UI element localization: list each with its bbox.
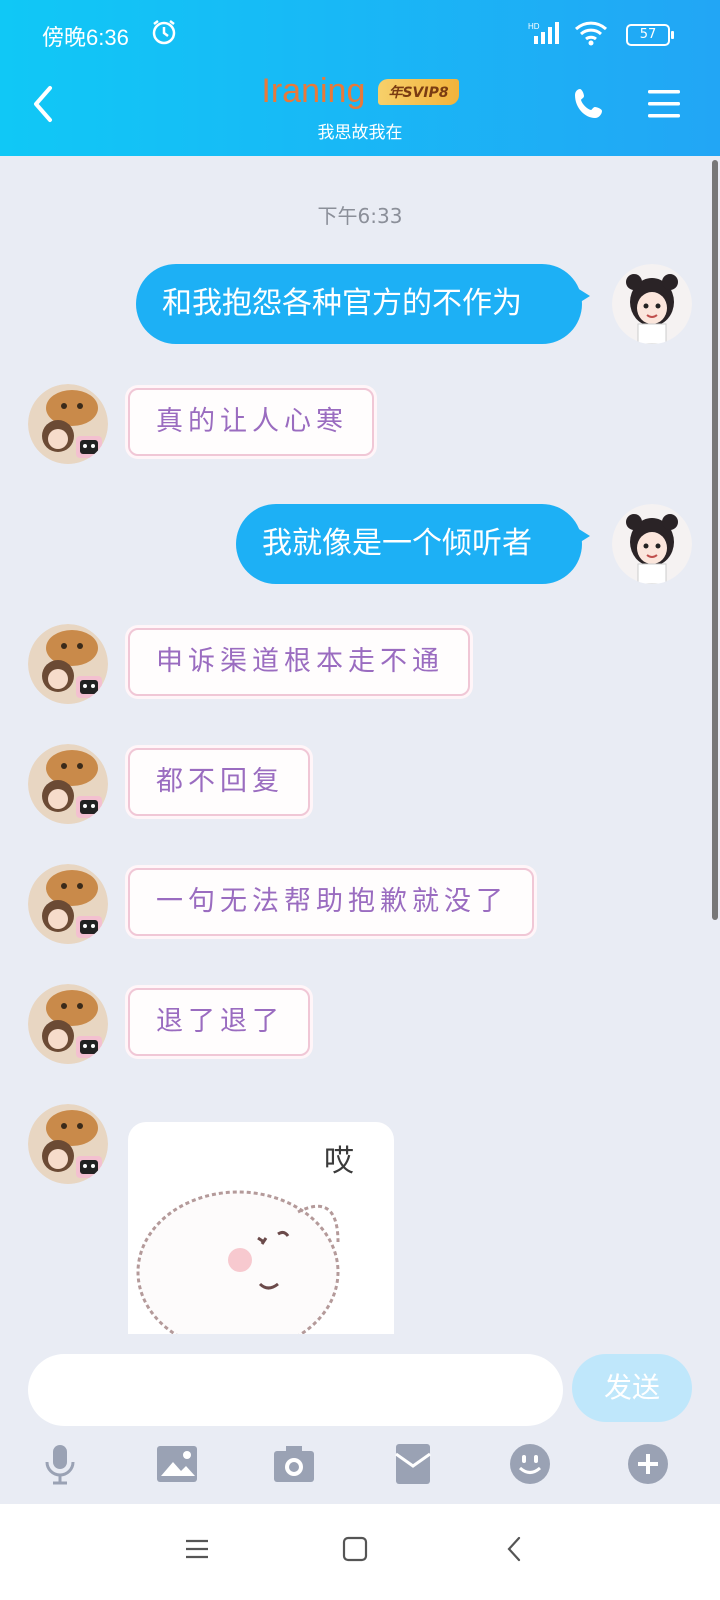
contact-avatar[interactable] [28,384,108,464]
incoming-message[interactable]: 退了退了 [128,988,310,1056]
message-timestamp: 下午6:33 [317,204,403,228]
microphone-icon[interactable] [38,1442,82,1486]
sticker-message[interactable]: 哎 [128,1122,394,1334]
contact-signature: 我思故我在 [317,123,403,143]
incoming-message[interactable]: 一句无法帮助抱歉就没了 [128,868,534,936]
input-bar: 发送 [0,1334,720,1486]
recent-apps-icon[interactable] [182,1534,212,1564]
my-avatar-image [612,504,692,584]
send-button[interactable]: 发送 [572,1354,692,1422]
phone-icon[interactable] [572,86,608,122]
contact-avatar-image [28,1104,108,1184]
battery-indicator: 57 [626,24,674,46]
home-icon[interactable] [340,1534,370,1564]
vip-badge: 年SVIP8 [378,78,459,105]
contact-avatar-image [28,384,108,464]
message-input[interactable] [28,1354,563,1426]
contact-avatar[interactable] [28,624,108,704]
contact-avatar-image [28,744,108,824]
my-avatar[interactable] [612,264,692,344]
bunny-sticker-image [136,1190,340,1334]
contact-name[interactable]: Iraning [261,72,365,111]
incoming-message[interactable]: 申诉渠道根本走不通 [128,628,470,696]
chat-header: 傍晚6:36 HD 57 Iraning 年SVIP8 我思故我在 [0,0,720,156]
signal-icon: HD [528,22,559,44]
emoji-icon[interactable] [508,1442,552,1486]
status-bar: 傍晚6:36 HD 57 [0,0,720,70]
wifi-icon [574,21,608,46]
sticker-caption: 哎 [324,1144,354,1179]
contact-avatar-image [28,864,108,944]
chat-title[interactable]: Iraning 年SVIP8 [0,72,720,111]
image-icon[interactable] [155,1442,199,1486]
my-avatar[interactable] [612,504,692,584]
contact-avatar-image [28,984,108,1064]
my-avatar-image [612,264,692,344]
contact-avatar-image [28,624,108,704]
chat-scrollbar[interactable] [712,160,718,920]
contact-avatar[interactable] [28,744,108,824]
menu-icon[interactable] [646,88,682,120]
outgoing-message[interactable]: 我就像是一个倾听者 [236,504,590,584]
contact-avatar[interactable] [28,1104,108,1184]
system-navigation-bar [0,1504,720,1600]
contact-avatar[interactable] [28,984,108,1064]
status-time: 傍晚6:36 [42,25,129,50]
alarm-icon [152,20,176,45]
incoming-message[interactable]: 都不回复 [128,748,310,816]
red-packet-icon[interactable] [391,1442,435,1486]
camera-icon[interactable] [272,1442,316,1486]
outgoing-message[interactable]: 和我抱怨各种官方的不作为 [136,264,590,344]
svg-text:HD: HD [528,22,540,31]
plus-icon[interactable] [626,1442,670,1486]
contact-avatar[interactable] [28,864,108,944]
incoming-message[interactable]: 真的让人心寒 [128,388,374,456]
message-list[interactable]: 下午6:33 和我抱怨各种官方的不作为 真的让人心寒 我就像是一个倾听者 申诉渠… [0,156,720,1334]
back-nav-icon[interactable] [500,1534,530,1564]
